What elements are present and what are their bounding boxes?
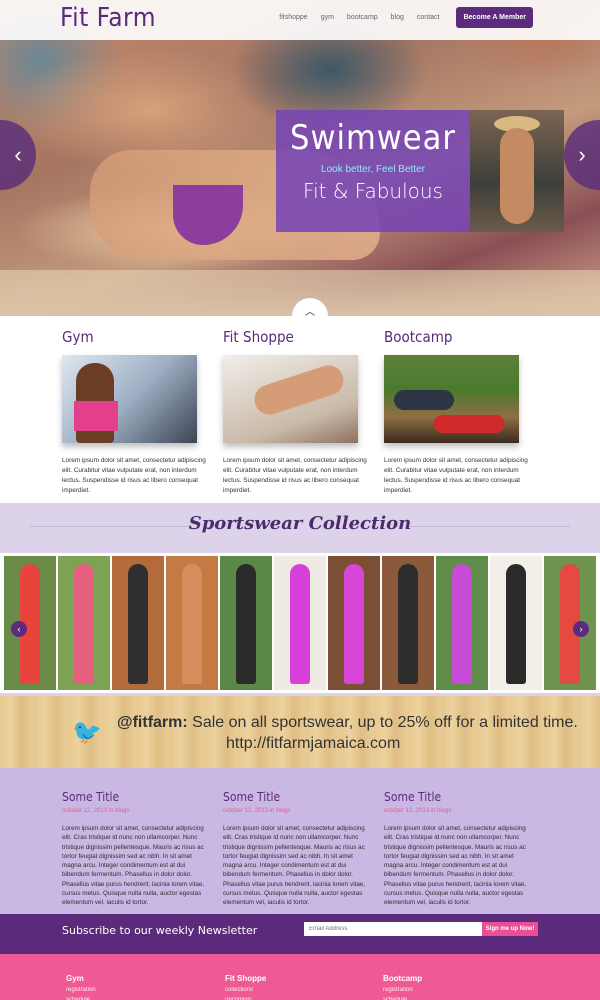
post-category[interactable]: blogs — [276, 808, 290, 814]
gallery-image[interactable] — [220, 556, 272, 690]
blog-post: Some Title october 12, 2013 in blogs Lor… — [223, 790, 373, 908]
footer-heading[interactable]: Gym — [66, 974, 186, 983]
post-meta: october 12, 2013 in blogs — [62, 808, 130, 814]
gallery-image[interactable] — [166, 556, 218, 690]
email-field[interactable] — [304, 922, 482, 936]
feature-gym: Gym Lorem ipsum dolor sit amet, consecte… — [62, 328, 212, 496]
post-excerpt: Lorem ipsum dolor sit amet, consectetur … — [223, 825, 366, 907]
gallery-image[interactable] — [328, 556, 380, 690]
chevron-left-icon: ‹ — [14, 142, 22, 167]
nav-bootcamp[interactable]: bootcamp — [347, 14, 378, 21]
collection-next-button[interactable]: › — [573, 621, 589, 637]
blog-post: Some Title october 12, 2013 in blogs Lor… — [62, 790, 212, 908]
post-category[interactable]: blogs — [115, 808, 129, 814]
post-date: october 12, 2013 — [384, 808, 430, 814]
post-meta: october 12, 2013 in blogs — [223, 808, 291, 814]
feature-title[interactable]: Bootcamp — [384, 328, 534, 346]
footer-heading[interactable]: Fit Shoppe — [225, 974, 345, 983]
feature-shoppe-image[interactable] — [223, 355, 358, 443]
gallery-image[interactable] — [382, 556, 434, 690]
site-footer: Gym registration schedule Fit Shoppe col… — [0, 954, 600, 1000]
feature-title[interactable]: Gym — [62, 328, 212, 346]
footer-link[interactable]: registration — [383, 987, 503, 993]
footer-link[interactable]: registration — [66, 987, 186, 993]
feature-title[interactable]: Fit Shoppe — [223, 328, 373, 346]
post-excerpt: Lorem ipsum dolor sit amet, consectetur … — [384, 825, 527, 907]
post-date: october 12, 2013 — [62, 808, 108, 814]
subscribe-button[interactable]: Sign me up Now! — [482, 922, 538, 936]
site-header: Fit Farm fitshoppe gym bootcamp blog con… — [0, 0, 600, 40]
sportswear-collection: Sportswear Collection ‹ › — [0, 503, 600, 696]
post-title[interactable]: Some Title — [384, 790, 534, 804]
nav-gym[interactable]: gym — [321, 14, 334, 21]
footer-column-bootcamp: Bootcamp registration schedule — [383, 974, 503, 1000]
footer-column-gym: Gym registration schedule — [66, 974, 186, 1000]
site-logo[interactable]: Fit Farm — [60, 3, 156, 33]
tweet-handle[interactable]: @fitfarm: — [117, 714, 188, 731]
newsletter-label: Subscribe to our weekly Newsletter — [62, 924, 258, 937]
feature-bootcamp: Bootcamp Lorem ipsum dolor sit amet, con… — [384, 328, 534, 496]
hero-title: Swimwear — [290, 118, 456, 158]
chevron-right-icon: › — [578, 142, 586, 167]
post-meta: october 12, 2013 in blogs — [384, 808, 452, 814]
post-title[interactable]: Some Title — [223, 790, 373, 804]
become-member-button[interactable]: Become A Member — [456, 7, 533, 28]
gallery-image[interactable] — [58, 556, 110, 690]
gallery-image[interactable] — [274, 556, 326, 690]
feature-bootcamp-image[interactable] — [384, 355, 519, 443]
post-date: october 12, 2013 — [223, 808, 269, 814]
tweet-text: @fitfarm: Sale on all sportswear, up to … — [117, 714, 578, 732]
feature-fit-shoppe: Fit Shoppe Lorem ipsum dolor sit amet, c… — [223, 328, 373, 496]
nav-contact[interactable]: contact — [417, 14, 440, 21]
post-category[interactable]: blogs — [437, 808, 451, 814]
hero-promo-photo — [470, 110, 564, 232]
footer-column-fit-shoppe: Fit Shoppe collections upcoming — [225, 974, 345, 1000]
collection-prev-button[interactable]: ‹ — [11, 621, 27, 637]
gallery-image[interactable] — [436, 556, 488, 690]
chevron-right-icon: › — [579, 624, 583, 634]
post-excerpt: Lorem ipsum dolor sit amet, consectetur … — [62, 825, 205, 907]
gallery-image[interactable] — [112, 556, 164, 690]
footer-link[interactable]: collections — [225, 987, 345, 993]
tweet-message: Sale on all sportswear, up to 25% off fo… — [187, 714, 578, 731]
nav-blog[interactable]: blog — [391, 14, 404, 21]
footer-heading[interactable]: Bootcamp — [383, 974, 503, 983]
blog-section: Some Title october 12, 2013 in blogs Lor… — [0, 768, 600, 914]
feature-gym-image[interactable] — [62, 355, 197, 443]
chevron-up-icon: ︿ — [305, 307, 315, 318]
post-title[interactable]: Some Title — [62, 790, 212, 804]
nav-fitshoppe[interactable]: fitshoppe — [279, 14, 307, 21]
feature-text: Lorem ipsum dolor sit amet, consectetur … — [223, 457, 367, 494]
collection-gallery — [0, 553, 600, 693]
twitter-bird-icon[interactable]: 🐦 — [72, 718, 102, 747]
feature-text: Lorem ipsum dolor sit amet, consectetur … — [384, 457, 528, 494]
newsletter-bar: Subscribe to our weekly Newsletter Sign … — [0, 914, 600, 954]
main-nav: fitshoppe gym bootcamp blog contact Beco… — [266, 7, 533, 28]
feature-text: Lorem ipsum dolor sit amet, consectetur … — [62, 457, 206, 494]
collection-title: Sportswear Collection — [188, 513, 412, 534]
divider — [410, 526, 570, 527]
hero-promo-panel: Swimwear Look better, Feel Better Fit & … — [276, 110, 470, 232]
hero-subtitle: Fit & Fabulous — [303, 179, 443, 203]
hero-tagline: Look better, Feel Better — [321, 164, 425, 175]
gallery-image[interactable] — [544, 556, 596, 690]
chevron-left-icon: ‹ — [17, 624, 21, 634]
gallery-image[interactable] — [490, 556, 542, 690]
tweet-link[interactable]: http://fitfarmjamaica.com — [226, 735, 400, 753]
blog-post: Some Title october 12, 2013 in blogs Lor… — [384, 790, 534, 908]
